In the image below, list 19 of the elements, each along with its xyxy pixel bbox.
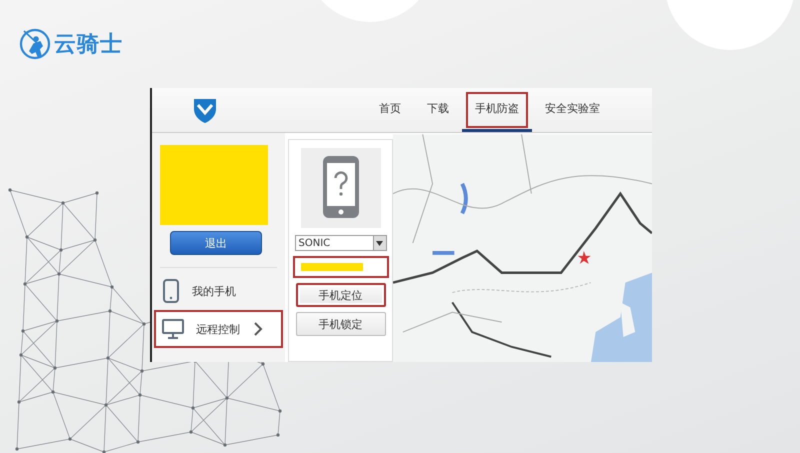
dropdown-arrow-icon — [376, 240, 383, 246]
phone-icon — [162, 279, 180, 303]
account-field[interactable] — [292, 256, 388, 278]
unknown-phone-icon — [300, 148, 380, 228]
nav-tab[interactable]: 下载 — [414, 88, 462, 132]
action-button[interactable]: 手机锁定 — [296, 312, 386, 336]
knight-logo-icon — [18, 27, 52, 61]
sidebar-item[interactable]: 我的手机 — [156, 274, 281, 308]
brand-name: 云骑士 — [54, 31, 123, 59]
logout-button[interactable]: 退出 — [170, 231, 262, 255]
chevron-right-icon — [254, 322, 263, 336]
device-select[interactable]: SONIC — [294, 235, 386, 251]
monitor-icon — [162, 319, 184, 339]
nav-tab[interactable]: 安全实验室 — [532, 88, 613, 132]
shield-logo-icon — [192, 96, 218, 124]
nav-tab[interactable]: 手机防盗 — [462, 88, 532, 132]
sidebar-item[interactable]: 远程控制 — [156, 312, 281, 346]
action-button[interactable]: 手机定位 — [296, 283, 386, 307]
nav-tab[interactable]: 首页 — [366, 88, 414, 132]
